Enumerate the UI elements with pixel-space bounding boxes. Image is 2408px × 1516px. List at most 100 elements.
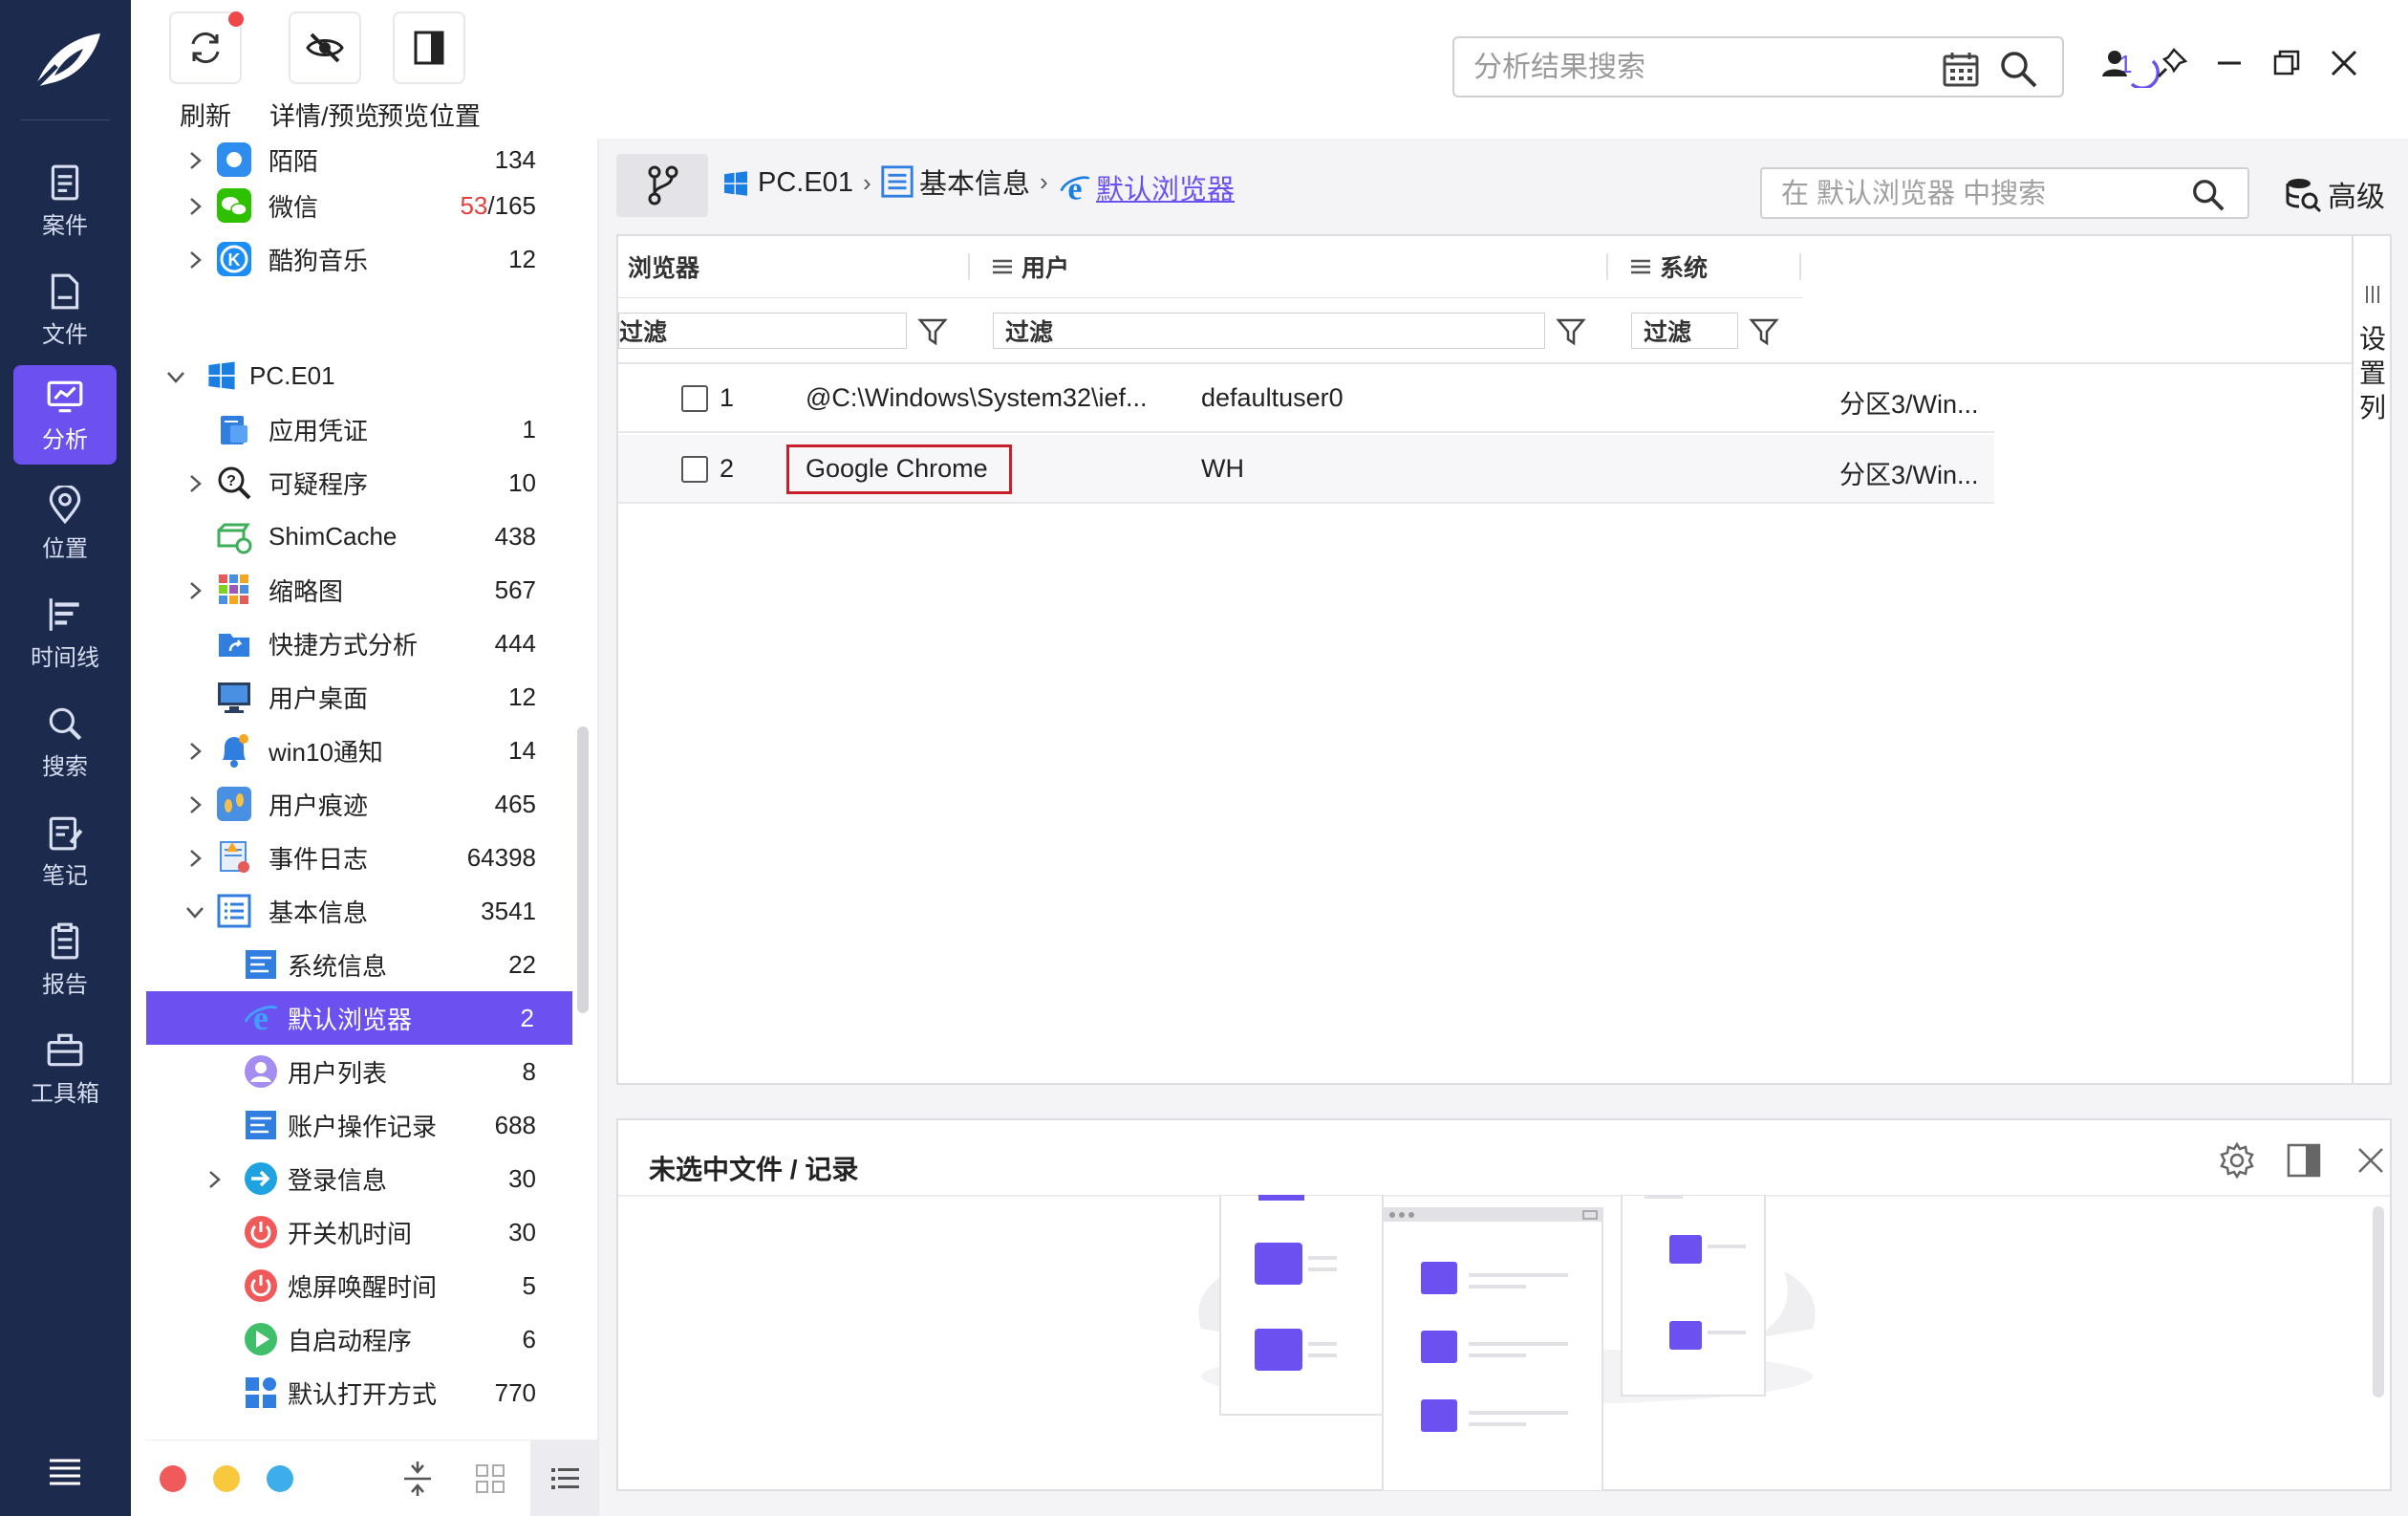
- chevron-right-icon[interactable]: [184, 794, 205, 815]
- filter-icon[interactable]: [916, 314, 949, 347]
- calendar-icon[interactable]: [1942, 50, 1980, 88]
- tree-item-count: 2: [520, 1003, 534, 1032]
- gear-icon[interactable]: [2216, 1139, 2258, 1181]
- search-icon[interactable]: [2190, 177, 2226, 213]
- tree-item-default-open[interactable]: 默认打开方式 770: [146, 1366, 574, 1419]
- local-search-box[interactable]: [1760, 167, 2249, 219]
- refresh-button[interactable]: 刷新: [169, 11, 244, 133]
- filter-input-browser[interactable]: 过滤: [618, 313, 907, 349]
- minimize-icon[interactable]: [2212, 46, 2247, 80]
- tree-item-system-info[interactable]: 系统信息 22: [146, 938, 574, 991]
- user-icon[interactable]: [2097, 46, 2132, 80]
- nav-toolbox[interactable]: 工具箱: [13, 1019, 117, 1118]
- tree-item-power-time[interactable]: 开关机时间 30: [146, 1205, 574, 1259]
- nav-analysis[interactable]: 分析: [13, 365, 117, 465]
- tree-item-screen-wake[interactable]: 熄屏唤醒时间 5: [146, 1259, 574, 1312]
- row-checkbox[interactable]: [681, 385, 708, 412]
- tree-item-autostart[interactable]: 自启动程序 6: [146, 1312, 574, 1366]
- detail-preview-button[interactable]: 详情/预览: [269, 11, 380, 133]
- list-view-button[interactable]: [530, 1440, 597, 1516]
- column-menu-icon[interactable]: [1629, 257, 1652, 276]
- column-header-label: 用户: [1021, 255, 1070, 282]
- detail-scrollbar[interactable]: [2373, 1206, 2384, 1397]
- column-header-user[interactable]: 用户: [991, 236, 1069, 297]
- column-settings-panel[interactable]: 设 置 列: [2352, 236, 2390, 1083]
- chevron-right-icon[interactable]: [184, 473, 205, 494]
- tree-item-suspicious[interactable]: ? 可疑程序 10: [146, 456, 574, 509]
- tree-item-label: 用户列表: [288, 1058, 388, 1088]
- chevron-right-icon[interactable]: [184, 848, 205, 869]
- nav-notes[interactable]: 笔记: [13, 801, 117, 900]
- tree-item-pc-e01[interactable]: PC.E01: [146, 349, 574, 402]
- filter-icon[interactable]: [1555, 314, 1587, 347]
- row-checkbox[interactable]: [681, 456, 708, 483]
- chevron-right-icon[interactable]: [184, 150, 205, 171]
- nav-location[interactable]: 位置: [13, 474, 117, 574]
- menu-icon[interactable]: [46, 1451, 84, 1489]
- column-menu-icon[interactable]: [991, 257, 1014, 276]
- close-icon[interactable]: [2327, 46, 2361, 80]
- column-header-system[interactable]: 系统: [1629, 236, 1708, 297]
- grid-view-icon[interactable]: [471, 1460, 509, 1498]
- restore-icon[interactable]: [2269, 46, 2304, 80]
- tree-item-wechat[interactable]: 微信 53/165: [146, 179, 574, 232]
- branch-button[interactable]: [616, 154, 708, 217]
- tree-scrollbar[interactable]: [577, 726, 589, 1013]
- chevron-down-icon[interactable]: [165, 366, 186, 387]
- breadcrumb-basic-info[interactable]: 基本信息 ›: [879, 162, 1058, 202]
- panel-right-icon[interactable]: [2283, 1139, 2325, 1181]
- column-header-browser[interactable]: 浏览器: [628, 236, 699, 297]
- tree-item-shimcache[interactable]: ShimCache 438: [146, 509, 574, 563]
- collapse-icon[interactable]: [398, 1460, 437, 1498]
- blue-tag-dot[interactable]: [267, 1465, 293, 1492]
- chevron-right-icon[interactable]: [184, 196, 205, 217]
- tree-item-event-log[interactable]: 事件日志 64398: [146, 831, 574, 884]
- breadcrumb-default-browser[interactable]: e 默认浏览器: [1058, 167, 1235, 207]
- column-resizer[interactable]: [1799, 253, 1801, 280]
- local-search-input[interactable]: [1781, 175, 2182, 213]
- chevron-right-icon[interactable]: [184, 741, 205, 762]
- tree-item-basic-info[interactable]: 基本信息 3541: [146, 884, 574, 938]
- tree-item-account-ops[interactable]: 账户操作记录 688: [146, 1098, 574, 1152]
- red-tag-dot[interactable]: [160, 1465, 186, 1492]
- filter-icon[interactable]: [1748, 314, 1780, 347]
- nav-file[interactable]: 文件: [13, 260, 117, 359]
- tree-item-count: 64398: [466, 842, 536, 872]
- filter-input-system[interactable]: 过滤: [1631, 313, 1738, 349]
- breadcrumb-pc[interactable]: PC.E01 ›: [721, 167, 881, 199]
- table-row[interactable]: 2 Google Chrome WH 分区3/Win...: [618, 435, 1994, 504]
- filter-input-user[interactable]: 过滤: [993, 313, 1545, 349]
- chevron-right-icon[interactable]: [184, 249, 205, 271]
- tree-item-login-info[interactable]: 登录信息 30: [146, 1152, 574, 1205]
- tree-item-app-credentials[interactable]: 应用凭证 1: [146, 402, 574, 456]
- tree-item-thumbnail[interactable]: 缩略图 567: [146, 563, 574, 617]
- chevron-down-icon[interactable]: [184, 901, 205, 922]
- tree-item-win10-notify[interactable]: win10通知 14: [146, 724, 574, 777]
- tree-item-count: 567: [494, 574, 536, 604]
- chevron-right-icon[interactable]: [184, 580, 205, 601]
- advanced-search-button[interactable]: 高级: [2284, 173, 2385, 215]
- close-icon[interactable]: [2350, 1139, 2392, 1181]
- nav-case[interactable]: 案件: [13, 151, 117, 250]
- table-row[interactable]: 1 @C:\Windows\System32\ief... defaultuse…: [618, 364, 1994, 433]
- chevron-right-icon[interactable]: [204, 1169, 225, 1190]
- tree-item-desktop[interactable]: 用户桌面 12: [146, 670, 574, 724]
- column-resizer[interactable]: [968, 253, 970, 280]
- nav-search[interactable]: 搜索: [13, 692, 117, 791]
- cell-user: defaultuser0: [1201, 383, 1344, 412]
- tree-item-default-browser[interactable]: e 默认浏览器 2: [146, 991, 572, 1045]
- search-icon[interactable]: [1997, 48, 2039, 90]
- column-resizer[interactable]: [1606, 253, 1608, 280]
- preview-position-button[interactable]: 预览位置: [377, 11, 481, 133]
- tree-item-user-list[interactable]: 用户列表 8: [146, 1045, 574, 1098]
- tree-item-kugou[interactable]: K 酷狗音乐 12: [146, 232, 574, 286]
- nav-report[interactable]: 报告: [13, 910, 117, 1009]
- global-search-input[interactable]: [1473, 48, 1923, 88]
- nav-timeline[interactable]: 时间线: [13, 583, 117, 682]
- yellow-tag-dot[interactable]: [213, 1465, 240, 1492]
- global-search-box[interactable]: [1452, 36, 2064, 97]
- tree-item-user-traces[interactable]: 用户痕迹 465: [146, 777, 574, 831]
- tree-item-label: 用户桌面: [269, 683, 369, 713]
- pin-icon[interactable]: [2155, 46, 2189, 80]
- tree-item-shortcut[interactable]: 快捷方式分析 444: [146, 617, 574, 670]
